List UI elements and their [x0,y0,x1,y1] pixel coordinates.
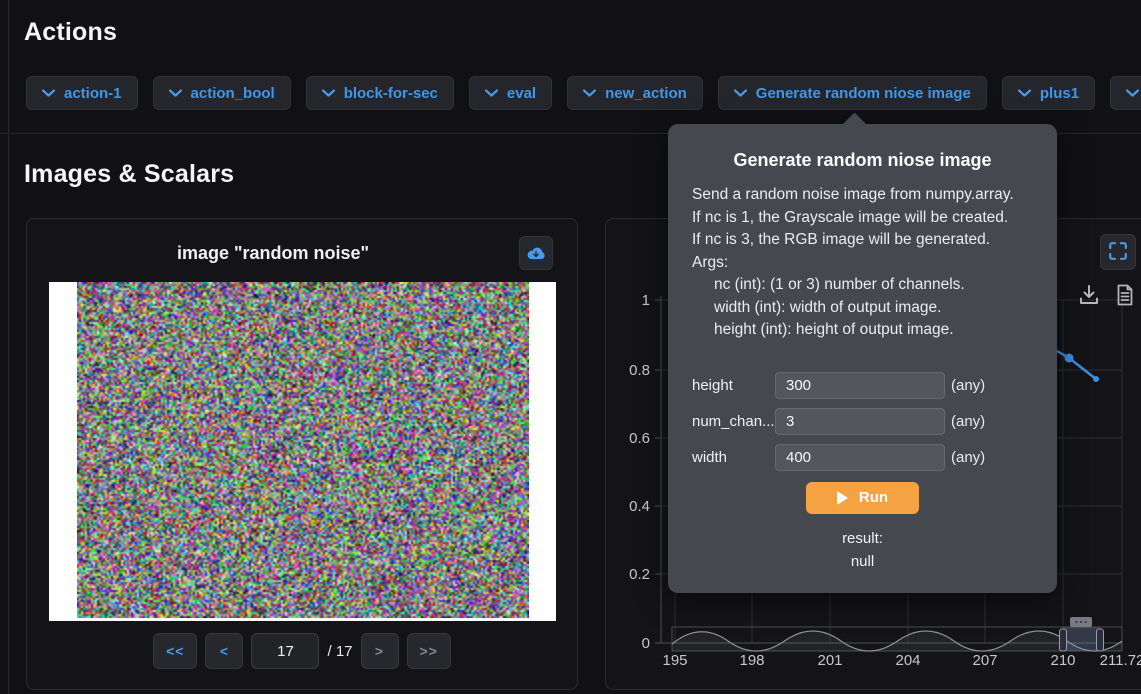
actions-heading: Actions [24,18,117,47]
action-button-plus1[interactable]: plus1 [1002,76,1095,110]
cloud-download-button[interactable] [519,236,553,270]
action-button-new-action[interactable]: new_action [567,76,703,110]
noise-canvas [77,282,529,618]
svg-text:207: 207 [972,652,997,669]
chart-save-image-button[interactable] [1075,282,1103,310]
chevron-down-icon [583,89,596,97]
field-type-hint: (any) [951,377,985,394]
action-button-generate-random-niose-image[interactable]: Generate random niose image [718,76,987,110]
image-card: image "random noise" << < / 17 > >> [26,218,578,690]
action-button-overflow[interactable] [1110,76,1141,110]
field-label: num_chan... [692,413,775,430]
popup-description: Send a random noise image from numpy.arr… [692,184,1033,342]
height-field[interactable] [775,372,945,399]
action-run-popup: Generate random niose image Send a rando… [668,124,1057,593]
image-pager: << < / 17 > >> [27,633,577,669]
pager-next-button[interactable]: > [361,633,399,669]
chevron-down-icon [169,89,182,97]
chevron-down-icon [1018,89,1031,97]
datazoom-slider[interactable] [672,617,1122,651]
chevron-down-icon [42,89,55,97]
chart-data-view-button[interactable] [1111,282,1139,310]
result-block: result: null [668,527,1057,573]
field-row-width: width (any) [692,444,1033,472]
svg-text:1: 1 [642,292,650,309]
pager-last-button[interactable]: >> [407,633,451,669]
pager-page-input[interactable] [251,633,319,669]
svg-text:195: 195 [662,652,687,669]
svg-text:204: 204 [895,652,920,669]
chevron-down-icon [322,89,335,97]
action-button-label: Generate random niose image [756,85,971,102]
svg-text:198: 198 [739,652,764,669]
actions-row: action-1 action_bool block-for-sec eval … [26,76,1141,110]
chevron-down-icon [734,89,747,97]
field-label: height [692,377,775,394]
action-button-block-for-sec[interactable]: block-for-sec [306,76,454,110]
run-button-label: Run [859,489,888,506]
popup-caret [842,112,866,136]
chevron-down-icon [485,89,498,97]
result-label: result: [668,527,1057,550]
action-button-label: action_bool [191,85,275,102]
field-type-hint: (any) [951,449,985,466]
description-line: height (int): height of output image. [692,319,1033,342]
chevron-down-icon [1126,89,1139,97]
field-label: width [692,449,775,466]
description-line: Send a random noise image from numpy.arr… [692,184,1033,207]
popup-fields: height (any) num_chan... (any) width (an… [668,372,1057,472]
svg-text:211.72: 211.72 [1100,652,1141,669]
svg-text:0.8: 0.8 [629,362,650,379]
y-axis-labels: 1 0.8 0.6 0.4 0.2 0 [629,292,650,652]
action-button-action-1[interactable]: action-1 [26,76,138,110]
run-button[interactable]: Run [806,482,919,514]
pager-prev-button[interactable]: < [205,633,243,669]
x-axis-labels: 195 198 201 204 207 210 211.72 [662,652,1141,669]
document-icon [1114,283,1136,310]
datazoom-grip[interactable] [1070,617,1092,627]
download-icon [1077,283,1101,310]
num-channels-field[interactable] [775,408,945,435]
data-point-marker [1093,376,1099,382]
description-line: Args: [692,252,1033,275]
popup-title: Generate random niose image [668,150,1057,171]
datazoom-selected-window[interactable] [1063,627,1100,651]
datazoom-right-handle[interactable] [1097,629,1104,651]
action-button-label: action-1 [64,85,122,102]
svg-text:210: 210 [1050,652,1075,669]
svg-text:0.6: 0.6 [629,430,650,447]
svg-text:201: 201 [817,652,842,669]
svg-text:0.2: 0.2 [629,566,650,583]
result-value: null [668,550,1057,573]
action-button-eval[interactable]: eval [469,76,552,110]
images-scalars-heading: Images & Scalars [24,160,234,189]
pager-first-button[interactable]: << [153,633,197,669]
image-card-title: image "random noise" [27,243,519,264]
fullscreen-icon [1108,241,1128,264]
cloud-download-icon [526,244,546,263]
action-button-label: new_action [605,85,687,102]
width-field[interactable] [775,444,945,471]
noise-image-frame [49,282,556,621]
play-icon [837,491,848,505]
description-line: If nc is 1, the Grayscale image will be … [692,207,1033,230]
description-line: nc (int): (1 or 3) number of channels. [692,274,1033,297]
description-line: width (int): width of output image. [692,297,1033,320]
pager-total-label: / 17 [327,643,352,660]
action-button-label: block-for-sec [344,85,438,102]
field-type-hint: (any) [951,413,985,430]
action-button-action-bool[interactable]: action_bool [153,76,291,110]
svg-text:0.4: 0.4 [629,498,650,515]
data-point-marker [1065,354,1074,363]
datazoom-left-handle[interactable] [1060,629,1067,651]
action-button-label: eval [507,85,536,102]
action-button-label: plus1 [1040,85,1079,102]
description-line: If nc is 3, the RGB image will be genera… [692,229,1033,252]
field-row-height: height (any) [692,372,1033,400]
page-left-edge-line [8,0,9,694]
fullscreen-button[interactable] [1100,234,1136,270]
field-row-num-channels: num_chan... (any) [692,408,1033,436]
svg-text:0: 0 [642,635,650,652]
